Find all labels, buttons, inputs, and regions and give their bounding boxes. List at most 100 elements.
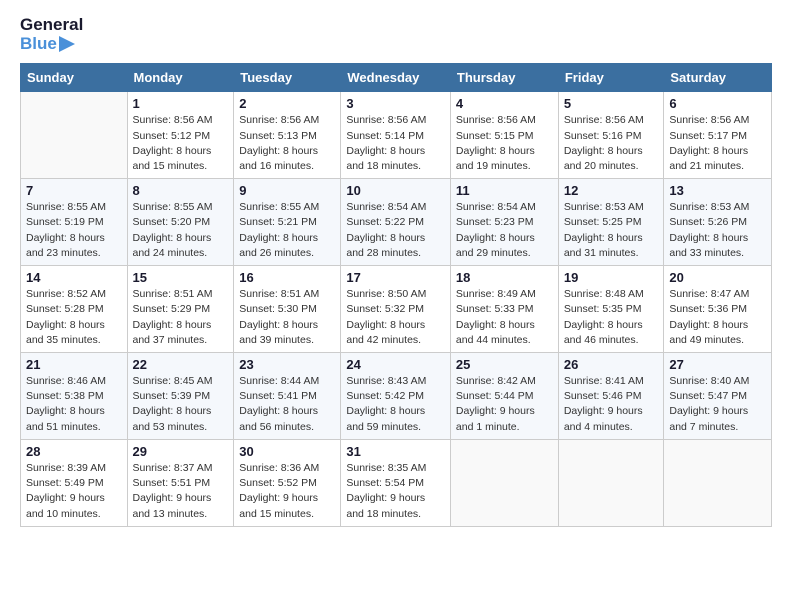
day-number: 31	[346, 444, 445, 459]
calendar-cell: 19 Sunrise: 8:48 AM Sunset: 5:35 PM Dayli…	[558, 266, 664, 353]
day-info: Sunrise: 8:40 AM Sunset: 5:47 PM Dayligh…	[669, 374, 766, 435]
calendar-cell: 29 Sunrise: 8:37 AM Sunset: 5:51 PM Dayli…	[127, 439, 234, 526]
logo-mark: General Blue	[20, 16, 83, 53]
day-info: Sunrise: 8:51 AM Sunset: 5:29 PM Dayligh…	[133, 287, 229, 348]
day-info: Sunrise: 8:45 AM Sunset: 5:39 PM Dayligh…	[133, 374, 229, 435]
day-info: Sunrise: 8:55 AM Sunset: 5:21 PM Dayligh…	[239, 200, 335, 261]
day-number: 12	[564, 183, 659, 198]
day-number: 30	[239, 444, 335, 459]
weekday-header-sunday: Sunday	[21, 64, 128, 92]
day-number: 11	[456, 183, 553, 198]
day-number: 4	[456, 96, 553, 111]
calendar-cell: 26Sunrise: 8:41 AM Sunset: 5:46 PM Dayli…	[558, 353, 664, 440]
day-info: Sunrise: 8:54 AM Sunset: 5:22 PM Dayligh…	[346, 200, 445, 261]
calendar-cell: 21 Sunrise: 8:46 AM Sunset: 5:38 PM Dayli…	[21, 353, 128, 440]
calendar-cell: 16 Sunrise: 8:51 AM Sunset: 5:30 PM Dayli…	[234, 266, 341, 353]
calendar-cell	[21, 92, 128, 179]
calendar-cell	[664, 439, 772, 526]
day-number: 22	[133, 357, 229, 372]
day-info: Sunrise: 8:56 AM Sunset: 5:13 PM Dayligh…	[239, 113, 335, 174]
day-info: Sunrise: 8:42 AM Sunset: 5:44 PM Dayligh…	[456, 374, 553, 435]
day-info: Sunrise: 8:39 AM Sunset: 5:49 PM Dayligh…	[26, 461, 122, 522]
day-number: 24	[346, 357, 445, 372]
day-number: 6	[669, 96, 766, 111]
calendar-cell	[558, 439, 664, 526]
calendar-cell: 28 Sunrise: 8:39 AM Sunset: 5:49 PM Dayli…	[21, 439, 128, 526]
calendar-week-row: 7Sunrise: 8:55 AM Sunset: 5:19 PM Daylig…	[21, 179, 772, 266]
day-number: 1	[133, 96, 229, 111]
day-number: 5	[564, 96, 659, 111]
day-number: 8	[133, 183, 229, 198]
calendar-cell: 4 Sunrise: 8:56 AM Sunset: 5:15 PM Daylig…	[450, 92, 558, 179]
calendar-cell: 23Sunrise: 8:44 AM Sunset: 5:41 PM Dayli…	[234, 353, 341, 440]
day-number: 10	[346, 183, 445, 198]
day-number: 16	[239, 270, 335, 285]
calendar-cell: 27 Sunrise: 8:40 AM Sunset: 5:47 PM Dayli…	[664, 353, 772, 440]
day-info: Sunrise: 8:50 AM Sunset: 5:32 PM Dayligh…	[346, 287, 445, 348]
day-number: 17	[346, 270, 445, 285]
day-info: Sunrise: 8:46 AM Sunset: 5:38 PM Dayligh…	[26, 374, 122, 435]
calendar-body: 1 Sunrise: 8:56 AM Sunset: 5:12 PM Daylig…	[21, 92, 772, 526]
calendar-cell: 14 Sunrise: 8:52 AM Sunset: 5:28 PM Dayli…	[21, 266, 128, 353]
calendar-cell: 7Sunrise: 8:55 AM Sunset: 5:19 PM Daylig…	[21, 179, 128, 266]
day-info: Sunrise: 8:43 AM Sunset: 5:42 PM Dayligh…	[346, 374, 445, 435]
calendar-cell: 10 Sunrise: 8:54 AM Sunset: 5:22 PM Dayli…	[341, 179, 451, 266]
day-number: 2	[239, 96, 335, 111]
calendar-cell: 24 Sunrise: 8:43 AM Sunset: 5:42 PM Dayli…	[341, 353, 451, 440]
day-info: Sunrise: 8:53 AM Sunset: 5:26 PM Dayligh…	[669, 200, 766, 261]
calendar-cell: 30Sunrise: 8:36 AM Sunset: 5:52 PM Dayli…	[234, 439, 341, 526]
day-info: Sunrise: 8:52 AM Sunset: 5:28 PM Dayligh…	[26, 287, 122, 348]
day-info: Sunrise: 8:47 AM Sunset: 5:36 PM Dayligh…	[669, 287, 766, 348]
day-number: 19	[564, 270, 659, 285]
calendar-cell	[450, 439, 558, 526]
day-number: 27	[669, 357, 766, 372]
calendar-cell: 18 Sunrise: 8:49 AM Sunset: 5:33 PM Dayli…	[450, 266, 558, 353]
day-info: Sunrise: 8:56 AM Sunset: 5:17 PM Dayligh…	[669, 113, 766, 174]
calendar-cell: 15 Sunrise: 8:51 AM Sunset: 5:29 PM Dayli…	[127, 266, 234, 353]
calendar-header: SundayMondayTuesdayWednesdayThursdayFrid…	[21, 64, 772, 92]
day-number: 29	[133, 444, 229, 459]
logo: General Blue	[20, 16, 83, 53]
calendar-cell: 20 Sunrise: 8:47 AM Sunset: 5:36 PM Dayli…	[664, 266, 772, 353]
day-info: Sunrise: 8:41 AM Sunset: 5:46 PM Dayligh…	[564, 374, 659, 435]
day-info: Sunrise: 8:53 AM Sunset: 5:25 PM Dayligh…	[564, 200, 659, 261]
day-info: Sunrise: 8:56 AM Sunset: 5:12 PM Dayligh…	[133, 113, 229, 174]
day-info: Sunrise: 8:54 AM Sunset: 5:23 PM Dayligh…	[456, 200, 553, 261]
day-info: Sunrise: 8:55 AM Sunset: 5:20 PM Dayligh…	[133, 200, 229, 261]
day-number: 7	[26, 183, 122, 198]
day-info: Sunrise: 8:56 AM Sunset: 5:16 PM Dayligh…	[564, 113, 659, 174]
calendar-cell: 13 Sunrise: 8:53 AM Sunset: 5:26 PM Dayli…	[664, 179, 772, 266]
calendar-cell: 9 Sunrise: 8:55 AM Sunset: 5:21 PM Daylig…	[234, 179, 341, 266]
day-info: Sunrise: 8:37 AM Sunset: 5:51 PM Dayligh…	[133, 461, 229, 522]
calendar-table: SundayMondayTuesdayWednesdayThursdayFrid…	[20, 63, 772, 526]
weekday-header-wednesday: Wednesday	[341, 64, 451, 92]
day-number: 15	[133, 270, 229, 285]
logo-blue: Blue	[20, 35, 83, 54]
day-info: Sunrise: 8:56 AM Sunset: 5:14 PM Dayligh…	[346, 113, 445, 174]
day-info: Sunrise: 8:56 AM Sunset: 5:15 PM Dayligh…	[456, 113, 553, 174]
day-number: 18	[456, 270, 553, 285]
calendar-cell: 22 Sunrise: 8:45 AM Sunset: 5:39 PM Dayli…	[127, 353, 234, 440]
day-number: 13	[669, 183, 766, 198]
weekday-header-monday: Monday	[127, 64, 234, 92]
logo-arrow	[59, 36, 79, 52]
day-number: 21	[26, 357, 122, 372]
weekday-header-saturday: Saturday	[664, 64, 772, 92]
day-number: 23	[239, 357, 335, 372]
day-number: 14	[26, 270, 122, 285]
day-info: Sunrise: 8:51 AM Sunset: 5:30 PM Dayligh…	[239, 287, 335, 348]
weekday-header-thursday: Thursday	[450, 64, 558, 92]
calendar-cell: 31Sunrise: 8:35 AM Sunset: 5:54 PM Dayli…	[341, 439, 451, 526]
day-number: 20	[669, 270, 766, 285]
day-info: Sunrise: 8:49 AM Sunset: 5:33 PM Dayligh…	[456, 287, 553, 348]
calendar-cell: 1 Sunrise: 8:56 AM Sunset: 5:12 PM Daylig…	[127, 92, 234, 179]
weekday-header-tuesday: Tuesday	[234, 64, 341, 92]
main-container: General Blue SundayMondayTuesdayWednesda…	[0, 0, 792, 537]
day-number: 9	[239, 183, 335, 198]
calendar-week-row: 1 Sunrise: 8:56 AM Sunset: 5:12 PM Daylig…	[21, 92, 772, 179]
day-number: 28	[26, 444, 122, 459]
day-info: Sunrise: 8:48 AM Sunset: 5:35 PM Dayligh…	[564, 287, 659, 348]
logo-general: General	[20, 16, 83, 35]
calendar-cell: 11 Sunrise: 8:54 AM Sunset: 5:23 PM Dayli…	[450, 179, 558, 266]
calendar-cell: 8 Sunrise: 8:55 AM Sunset: 5:20 PM Daylig…	[127, 179, 234, 266]
